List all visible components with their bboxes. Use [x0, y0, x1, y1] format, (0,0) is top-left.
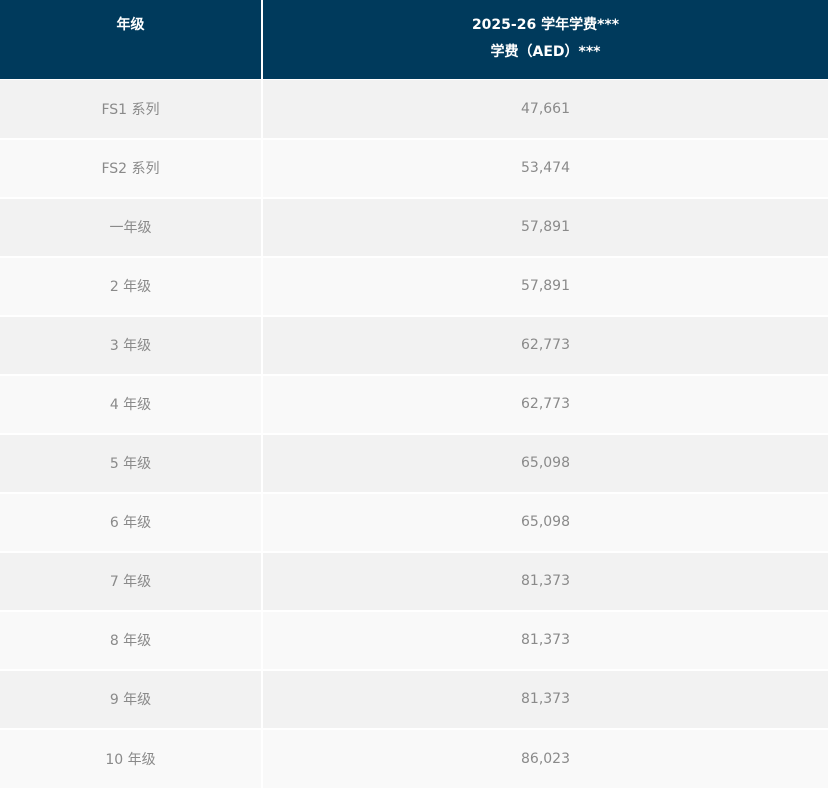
table-row: 5 年级 65,098: [0, 432, 828, 493]
table-row: 10 年级 86,023: [0, 727, 828, 788]
fee-cell: 53,474: [262, 137, 828, 198]
fee-cell: 57,891: [262, 255, 828, 316]
tuition-fee-table: 年级 2025-26 学年学费*** 学费（AED）*** FS1 系列 47,…: [0, 0, 828, 788]
grade-cell: 一年级: [0, 196, 263, 257]
grade-cell: FS1 系列: [0, 79, 263, 139]
grade-header-label: 年级: [116, 17, 145, 33]
fee-cell: 81,373: [262, 668, 828, 729]
grade-cell: 8 年级: [0, 609, 263, 670]
table-row: 9 年级 81,373: [0, 668, 828, 729]
grade-cell: 5 年级: [0, 432, 263, 493]
fee-cell: 86,023: [262, 727, 828, 788]
grade-cell: 10 年级: [0, 727, 263, 788]
table-row: FS2 系列 53,474: [0, 137, 828, 198]
fee-cell: 62,773: [262, 314, 828, 375]
fee-cell: 47,661: [262, 79, 828, 139]
grade-column-header: 年级: [0, 0, 263, 80]
grade-cell: FS2 系列: [0, 137, 263, 198]
fee-column-header: 2025-26 学年学费*** 学费（AED）***: [262, 0, 828, 80]
fee-header-subtitle: 学费（AED）***: [490, 44, 601, 60]
header-row: 年级 2025-26 学年学费*** 学费（AED）***: [0, 0, 828, 80]
table-body: FS1 系列 47,661 FS2 系列 53,474 一年级 57,891 2…: [0, 79, 828, 788]
table-row: 8 年级 81,373: [0, 609, 828, 670]
table-row: 2 年级 57,891: [0, 255, 828, 316]
grade-cell: 9 年级: [0, 668, 263, 729]
fee-cell: 57,891: [262, 196, 828, 257]
table-header: 年级 2025-26 学年学费*** 学费（AED）***: [0, 0, 828, 80]
table-row: 6 年级 65,098: [0, 491, 828, 552]
fee-cell: 65,098: [262, 491, 828, 552]
table-row: 4 年级 62,773: [0, 373, 828, 434]
table-row: 3 年级 62,773: [0, 314, 828, 375]
fee-cell: 81,373: [262, 609, 828, 670]
grade-cell: 6 年级: [0, 491, 263, 552]
fee-cell: 81,373: [262, 550, 828, 611]
grade-cell: 2 年级: [0, 255, 263, 316]
table-row: FS1 系列 47,661: [0, 79, 828, 139]
table-row: 一年级 57,891: [0, 196, 828, 257]
table-row: 7 年级 81,373: [0, 550, 828, 611]
grade-cell: 3 年级: [0, 314, 263, 375]
fee-cell: 62,773: [262, 373, 828, 434]
fee-cell: 65,098: [262, 432, 828, 493]
grade-cell: 4 年级: [0, 373, 263, 434]
fee-header-title: 2025-26 学年学费***: [471, 17, 620, 33]
grade-cell: 7 年级: [0, 550, 263, 611]
